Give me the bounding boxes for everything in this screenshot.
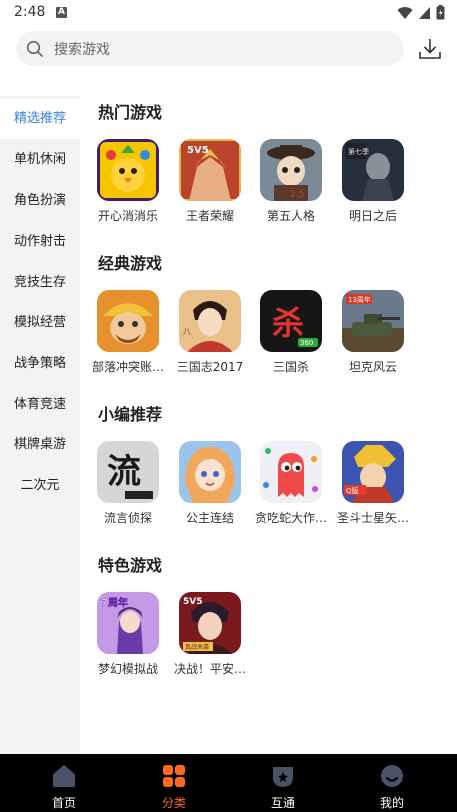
- section-title: 小编推荐: [98, 405, 163, 424]
- survivor-game-icon: 第七季: [342, 139, 404, 201]
- sidebar-item-casual[interactable]: 单机休闲: [0, 140, 80, 180]
- svg-text:杀: 杀: [272, 304, 304, 342]
- fantasy-game-icon: 7周年: [97, 592, 159, 654]
- status-bar: 2:48 A: [0, 0, 457, 26]
- barbarian-game-icon: [97, 290, 159, 352]
- notification-icon: A: [56, 7, 67, 18]
- sidebar-item-survival[interactable]: 竞技生存: [0, 263, 80, 303]
- nav-label: 互通: [270, 796, 295, 810]
- category-icon: [163, 765, 185, 787]
- onmyoji-game-icon: 5V5 真战来袭: [179, 592, 241, 654]
- nav-label: 首页: [51, 796, 76, 810]
- search-icon: [26, 40, 43, 57]
- svg-text:13周年: 13周年: [348, 295, 371, 304]
- profile-icon: [381, 765, 403, 787]
- signal-icon: [419, 6, 430, 19]
- nav-label: 我的: [379, 796, 404, 810]
- nav-profile[interactable]: 我的: [352, 754, 432, 812]
- svg-text:Q版: Q版: [346, 486, 359, 495]
- section-title: 特色游戏: [98, 556, 163, 575]
- tank-game-icon: 13周年: [342, 290, 404, 352]
- sidebar-item-board[interactable]: 棋牌桌游: [0, 425, 80, 465]
- svg-text:5V5: 5V5: [183, 597, 203, 607]
- category-sidebar: 精选推荐 单机休闲 角色扮演 动作射击 竞技生存 模拟经营 战争策略 体育竞速 …: [0, 96, 80, 754]
- game-name: 明日之后: [348, 209, 397, 223]
- svg-text:八: 八: [183, 327, 191, 336]
- svg-text:7周年: 7周年: [101, 596, 128, 609]
- chick-game-icon: [97, 139, 159, 201]
- calligraphy-game-icon: 流: [97, 441, 159, 503]
- svg-text:5V5: 5V5: [187, 145, 209, 156]
- princess-game-icon: [179, 441, 241, 503]
- bottom-nav: 首页 分类 互通 我的: [0, 754, 457, 812]
- sidebar-item-anime[interactable]: 二次元: [0, 466, 80, 506]
- game-name: 决战！平安…: [173, 662, 246, 676]
- nav-interop[interactable]: 互通: [243, 754, 323, 812]
- search-placeholder: 搜索游戏: [54, 42, 110, 58]
- svg-text:第七季: 第七季: [348, 147, 369, 156]
- search-row: 搜索游戏: [0, 30, 457, 68]
- section-title: 经典游戏: [98, 254, 163, 273]
- svg-text:真战来袭: 真战来袭: [185, 643, 209, 651]
- svg-text:流: 流: [107, 452, 141, 492]
- sidebar-item-action[interactable]: 动作射击: [0, 222, 80, 262]
- status-time: 2:48: [14, 4, 46, 20]
- wifi-icon: [397, 6, 413, 19]
- home-icon: [53, 765, 75, 787]
- sidebar-item-featured[interactable]: 精选推荐: [0, 99, 80, 139]
- snake-game-icon: [260, 441, 322, 503]
- hero-game-icon: 5V5: [179, 139, 241, 201]
- nav-category[interactable]: 分类: [134, 754, 214, 812]
- download-icon[interactable]: [418, 37, 442, 61]
- svg-text:2.5: 2.5: [290, 190, 304, 200]
- sidebar-item-rpg[interactable]: 角色扮演: [0, 181, 80, 221]
- general-game-icon: 八: [179, 290, 241, 352]
- svg-text:360: 360: [300, 339, 313, 347]
- nav-label: 分类: [161, 796, 186, 810]
- kill-game-icon: 杀 360: [260, 290, 322, 352]
- game-name: 坦克风云: [348, 360, 397, 374]
- game-list: 热门游戏 开心消消乐 5V5 王者荣耀 2.5 第五人格 第七季 明日之后 经典…: [80, 96, 457, 754]
- saint-game-icon: Q版: [342, 441, 404, 503]
- sidebar-item-simulation[interactable]: 模拟经营: [0, 303, 80, 343]
- game-name: 圣斗士星矢…: [336, 511, 409, 525]
- interop-icon: [273, 767, 293, 787]
- battery-icon: [436, 5, 445, 20]
- search-input[interactable]: 搜索游戏: [16, 31, 404, 66]
- nav-home[interactable]: 首页: [24, 754, 104, 812]
- doll-game-icon: 2.5: [260, 139, 322, 201]
- section-title: 热门游戏: [98, 103, 163, 122]
- status-icons: [397, 5, 445, 20]
- sidebar-item-strategy[interactable]: 战争策略: [0, 344, 80, 384]
- sidebar-item-sports[interactable]: 体育竞速: [0, 385, 80, 425]
